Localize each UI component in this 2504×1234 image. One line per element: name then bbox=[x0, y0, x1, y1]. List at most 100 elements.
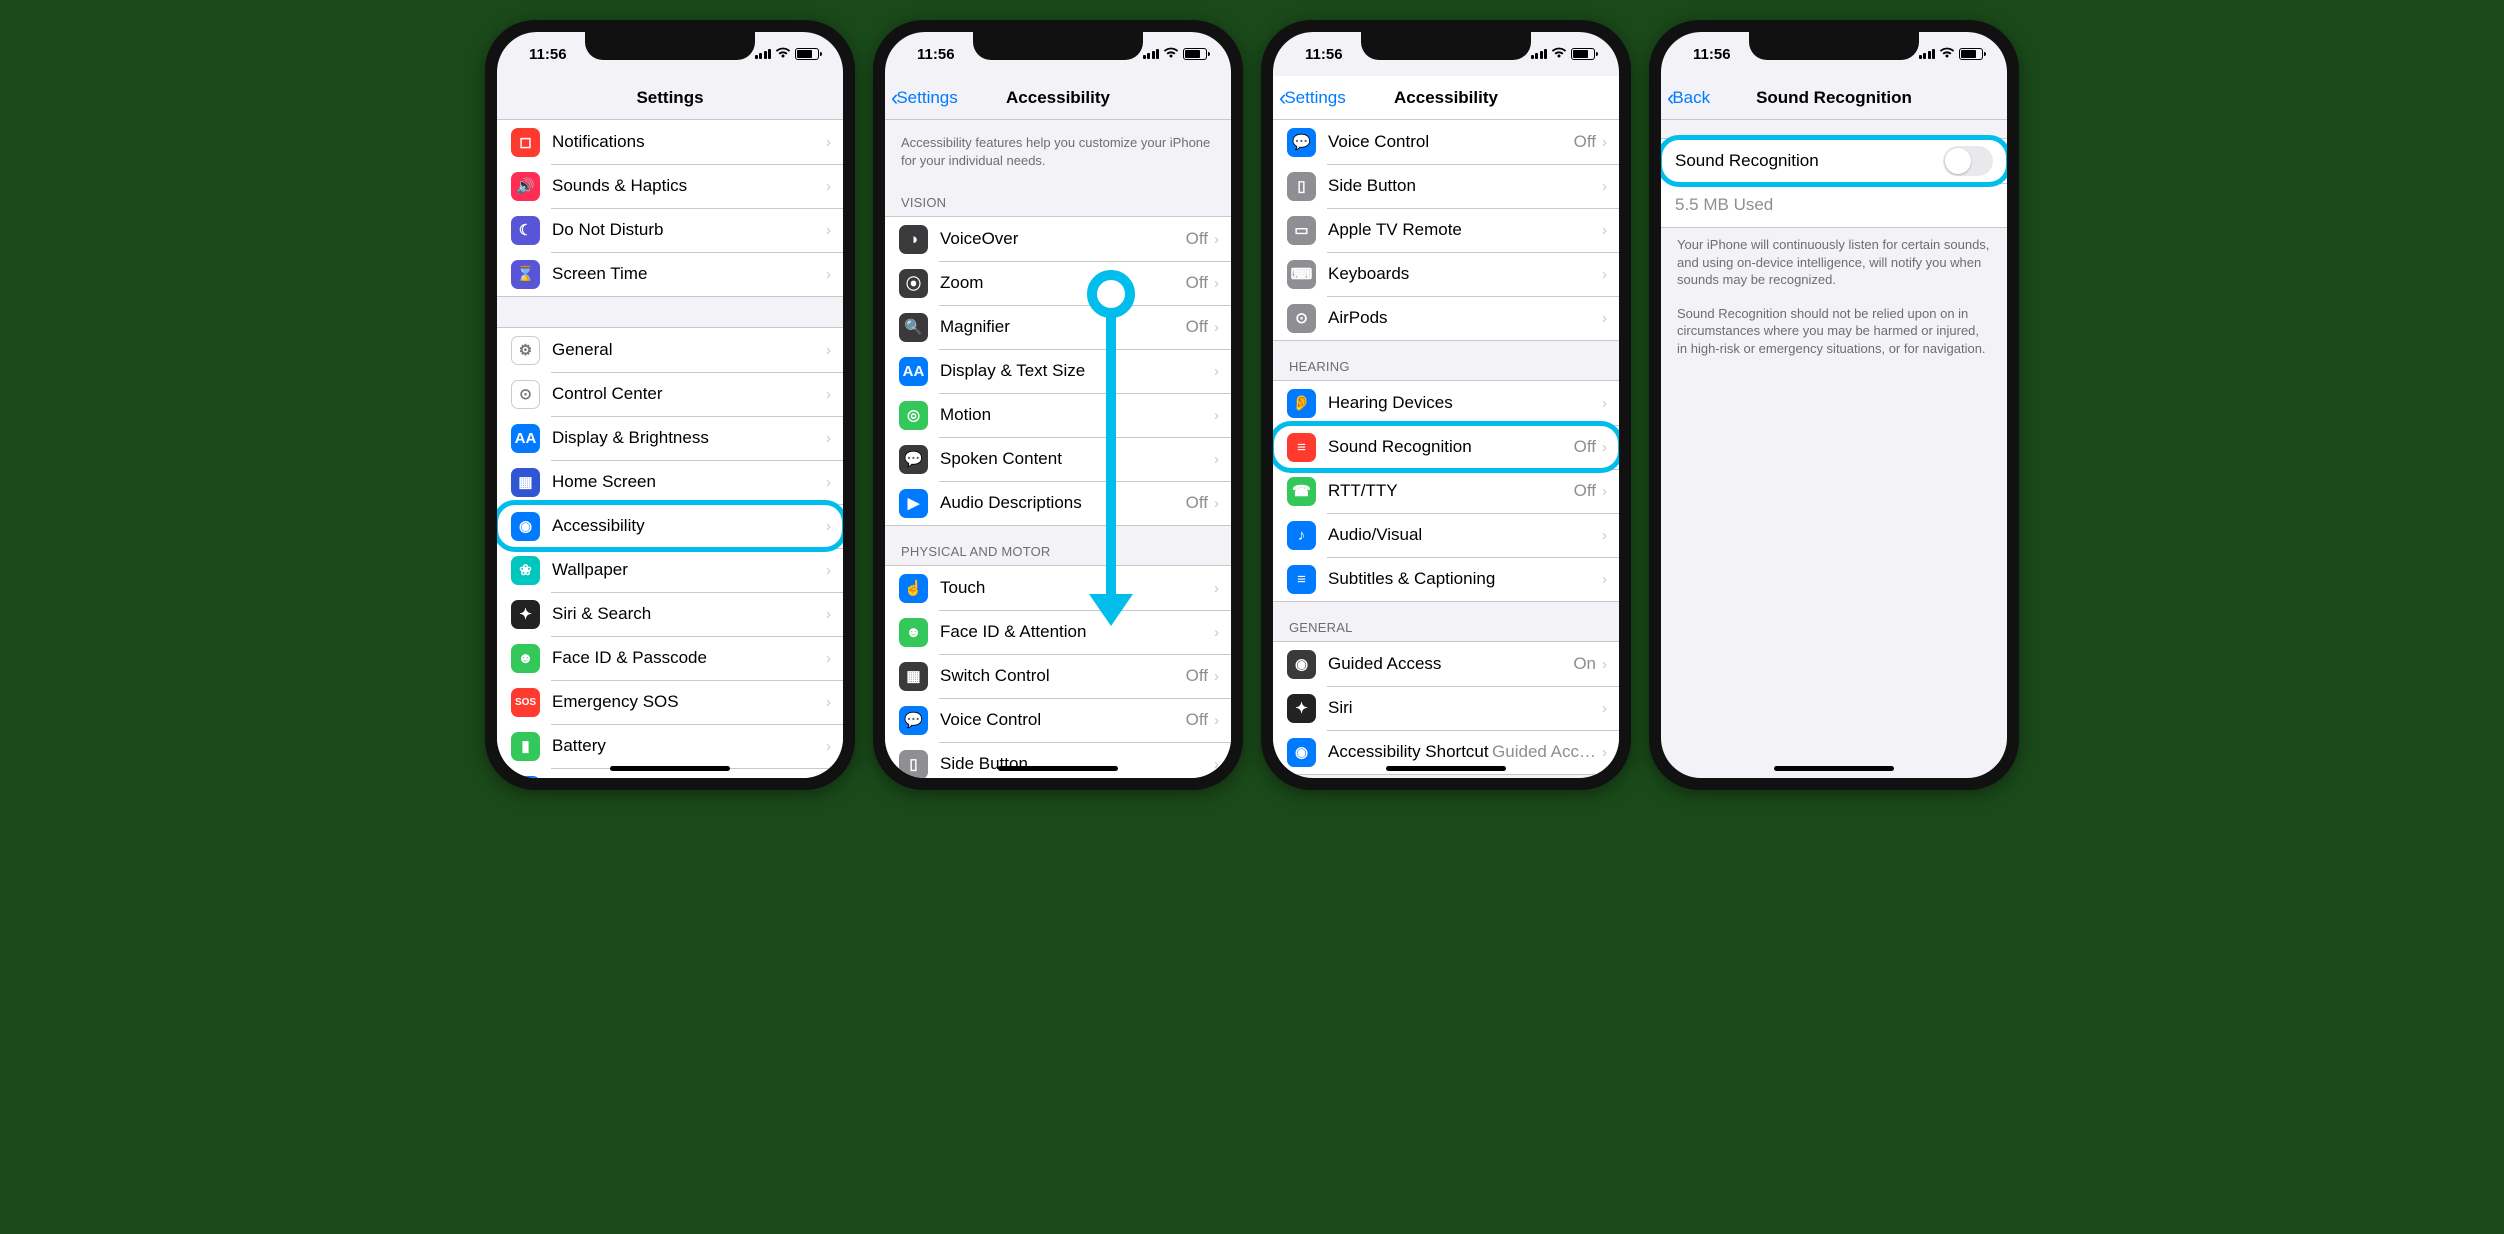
row-label: Zoom bbox=[940, 273, 1186, 293]
row-value: Off bbox=[1186, 666, 1208, 686]
accessibility-list[interactable]: 💬Voice ControlOff›▯Side Button›▭Apple TV… bbox=[1273, 120, 1619, 778]
row-label: Control Center bbox=[552, 384, 826, 404]
home-indicator[interactable] bbox=[610, 766, 730, 771]
chevron-right-icon: › bbox=[826, 178, 831, 195]
chevron-right-icon: › bbox=[826, 222, 831, 239]
chevron-right-icon: › bbox=[826, 430, 831, 447]
chevron-right-icon: › bbox=[1602, 395, 1607, 412]
row-icon: ◻ bbox=[511, 128, 540, 157]
list-item[interactable]: ▦Switch ControlOff› bbox=[885, 654, 1231, 698]
row-label: Spoken Content bbox=[940, 449, 1214, 469]
list-item[interactable]: ☝Touch› bbox=[885, 566, 1231, 610]
row-icon: ▮ bbox=[511, 732, 540, 761]
list-item[interactable]: ⊙AirPods› bbox=[1273, 296, 1619, 340]
row-icon: 🔊 bbox=[511, 172, 540, 201]
list-item[interactable]: ✦Siri & Search› bbox=[497, 592, 843, 636]
list-item[interactable]: SOSEmergency SOS› bbox=[497, 680, 843, 724]
back-button[interactable]: ‹ Back bbox=[1661, 85, 1710, 111]
chevron-right-icon: › bbox=[1602, 483, 1607, 500]
row-label: Audio Descriptions bbox=[940, 493, 1186, 513]
row-icon: ✦ bbox=[1287, 694, 1316, 723]
list-item[interactable]: ≡Subtitles & Captioning› bbox=[1273, 557, 1619, 601]
status-time: 11:56 bbox=[529, 46, 567, 63]
row-value: On bbox=[1573, 654, 1596, 674]
row-icon: ▦ bbox=[511, 468, 540, 497]
list-item[interactable]: ⌨Keyboards› bbox=[1273, 252, 1619, 296]
list-item[interactable]: AADisplay & Text Size› bbox=[885, 349, 1231, 393]
list-item[interactable]: ◻Notifications› bbox=[497, 120, 843, 164]
list-item[interactable]: 🔊Sounds & Haptics› bbox=[497, 164, 843, 208]
list-item[interactable]: ⦿ZoomOff› bbox=[885, 261, 1231, 305]
chevron-right-icon: › bbox=[1602, 439, 1607, 456]
section-header: HEARING bbox=[1273, 341, 1619, 380]
navbar: ‹ Back Sound Recognition bbox=[1661, 76, 2007, 120]
home-indicator[interactable] bbox=[1774, 766, 1894, 771]
list-item[interactable]: ✦Siri› bbox=[1273, 686, 1619, 730]
list-item[interactable]: ❀Wallpaper› bbox=[497, 548, 843, 592]
list-item[interactable]: ☾Do Not Disturb› bbox=[497, 208, 843, 252]
list-item[interactable]: 💬Voice ControlOff› bbox=[885, 698, 1231, 742]
row-label: Siri bbox=[1328, 698, 1602, 718]
list-item[interactable]: ▮Battery› bbox=[497, 724, 843, 768]
row-label: Face ID & Passcode bbox=[552, 648, 826, 668]
row-label: Screen Time bbox=[552, 264, 826, 284]
accessibility-list[interactable]: Accessibility features help you customiz… bbox=[885, 120, 1231, 778]
list-item[interactable]: ▦Home Screen› bbox=[497, 460, 843, 504]
list-item[interactable]: ▯Side Button› bbox=[885, 742, 1231, 778]
settings-list[interactable]: ◻Notifications›🔊Sounds & Haptics›☾Do Not… bbox=[497, 120, 843, 778]
status-right bbox=[1143, 47, 1208, 61]
row-label: Accessibility Shortcut bbox=[1328, 742, 1492, 762]
row-icon: ▯ bbox=[899, 750, 928, 778]
sound-recognition-settings: Sound Recognition 5.5 MB Used Your iPhon… bbox=[1661, 120, 2007, 778]
chevron-right-icon: › bbox=[826, 266, 831, 283]
chevron-right-icon: › bbox=[1602, 178, 1607, 195]
list-item[interactable]: ☻Face ID & Passcode› bbox=[497, 636, 843, 680]
phone-2-accessibility: 11:56 ‹ Settings Accessibility Accessibi… bbox=[873, 20, 1243, 790]
list-item[interactable]: 🔍MagnifierOff› bbox=[885, 305, 1231, 349]
chevron-right-icon: › bbox=[1602, 571, 1607, 588]
list-item[interactable]: ♪Audio/Visual› bbox=[1273, 513, 1619, 557]
row-label: RTT/TTY bbox=[1328, 481, 1574, 501]
list-item[interactable]: 💬Voice ControlOff› bbox=[1273, 120, 1619, 164]
row-label: Voice Control bbox=[1328, 132, 1574, 152]
sound-recognition-switch[interactable] bbox=[1943, 146, 1993, 176]
list-item[interactable]: ⌛Screen Time› bbox=[497, 252, 843, 296]
list-item[interactable]: 💬Spoken Content› bbox=[885, 437, 1231, 481]
chevron-right-icon: › bbox=[1602, 222, 1607, 239]
list-item[interactable]: ≡Sound RecognitionOff› bbox=[1273, 425, 1619, 469]
row-label: Audio/Visual bbox=[1328, 525, 1602, 545]
notch bbox=[973, 32, 1143, 60]
list-item[interactable]: ⚙General› bbox=[497, 328, 843, 372]
list-item[interactable]: ▯Side Button› bbox=[1273, 164, 1619, 208]
list-item[interactable]: ◉Accessibility› bbox=[497, 504, 843, 548]
page-title: Sound Recognition bbox=[1661, 88, 2007, 108]
list-item[interactable]: ☎RTT/TTYOff› bbox=[1273, 469, 1619, 513]
list-item[interactable]: ☻Face ID & Attention› bbox=[885, 610, 1231, 654]
footer-text-1: Your iPhone will continuously listen for… bbox=[1661, 228, 2007, 301]
row-label: Side Button bbox=[940, 754, 1214, 774]
storage-used-label: 5.5 MB Used bbox=[1675, 195, 2007, 215]
status-right bbox=[1531, 47, 1596, 61]
list-item[interactable]: ▭Apple TV Remote› bbox=[1273, 208, 1619, 252]
chevron-right-icon: › bbox=[826, 650, 831, 667]
intro-text: Accessibility features help you customiz… bbox=[885, 120, 1231, 177]
row-icon: ◑ bbox=[899, 225, 928, 254]
home-indicator[interactable] bbox=[998, 766, 1118, 771]
back-button[interactable]: ‹ Settings bbox=[1273, 85, 1346, 111]
sound-recognition-toggle-row[interactable]: Sound Recognition bbox=[1661, 139, 2007, 183]
back-button[interactable]: ‹ Settings bbox=[885, 85, 958, 111]
home-indicator[interactable] bbox=[1386, 766, 1506, 771]
battery-icon bbox=[1183, 48, 1207, 60]
row-label: Guided Access bbox=[1328, 654, 1573, 674]
list-item[interactable]: ⊙Control Center› bbox=[497, 372, 843, 416]
list-item[interactable]: ▶Audio DescriptionsOff› bbox=[885, 481, 1231, 525]
row-label: General bbox=[552, 340, 826, 360]
list-item[interactable]: 👂Hearing Devices› bbox=[1273, 381, 1619, 425]
chevron-right-icon: › bbox=[1602, 744, 1607, 761]
chevron-right-icon: › bbox=[1214, 231, 1219, 248]
list-item[interactable]: ◑VoiceOverOff› bbox=[885, 217, 1231, 261]
cellular-icon bbox=[1531, 49, 1548, 59]
list-item[interactable]: AADisplay & Brightness› bbox=[497, 416, 843, 460]
list-item[interactable]: ◎Motion› bbox=[885, 393, 1231, 437]
list-item[interactable]: ◉Guided AccessOn› bbox=[1273, 642, 1619, 686]
